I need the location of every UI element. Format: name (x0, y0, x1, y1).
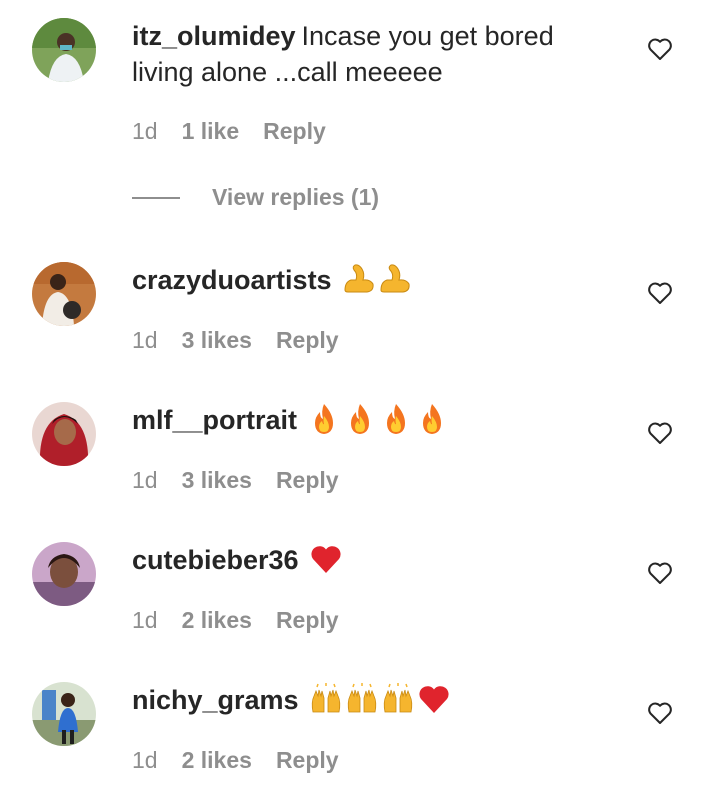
comment-body-line2: living alone ...call meeeee (132, 57, 443, 87)
divider (132, 196, 180, 199)
comment-meta: 1d 3 likes Reply (132, 467, 339, 494)
timestamp: 1d (132, 118, 158, 144)
avatar[interactable] (32, 402, 96, 466)
likes-count[interactable]: 3 likes (182, 327, 252, 354)
fire-icon (315, 403, 334, 434)
reply-button[interactable]: Reply (276, 747, 339, 774)
comment-meta: 1d 1 like Reply (132, 118, 326, 145)
emoji-group (309, 682, 451, 716)
avatar[interactable] (32, 542, 96, 606)
like-heart-icon[interactable] (647, 37, 673, 61)
timestamp: 1d (132, 747, 158, 773)
comment-text: itz_olumidey Incase you get bored living … (132, 18, 612, 90)
comment-text: nichy_grams (132, 682, 612, 719)
flexed-biceps-icon (380, 264, 410, 293)
reply-button[interactable]: Reply (276, 607, 339, 634)
like-heart-icon[interactable] (647, 281, 673, 305)
username[interactable]: nichy_grams (132, 685, 299, 715)
timestamp: 1d (132, 607, 158, 633)
emoji-group (309, 542, 343, 576)
view-replies-label[interactable]: View replies (1) (212, 184, 379, 211)
raising-hands-icon (311, 682, 340, 713)
comment-meta: 1d 3 likes Reply (132, 327, 339, 354)
raising-hands-icon (347, 682, 376, 713)
timestamp: 1d (132, 467, 158, 493)
avatar[interactable] (32, 262, 96, 326)
red-heart-icon (311, 546, 341, 573)
likes-count[interactable]: 2 likes (182, 747, 252, 774)
fire-icon (423, 403, 442, 434)
red-heart-icon (419, 686, 449, 713)
raising-hands-icon (383, 682, 412, 713)
flexed-biceps-icon (344, 264, 374, 293)
view-replies-button[interactable]: View replies (1) (132, 184, 379, 211)
comment-body: Incase you get bored (301, 21, 554, 51)
emoji-group (342, 262, 412, 296)
likes-count[interactable]: 3 likes (182, 467, 252, 494)
timestamp: 1d (132, 327, 158, 353)
comment-text: crazyduoartists (132, 262, 612, 299)
reply-button[interactable]: Reply (276, 327, 339, 354)
comment-text: cutebieber36 (132, 542, 612, 579)
username[interactable]: mlf__portrait (132, 405, 297, 435)
avatar[interactable] (32, 18, 96, 82)
username[interactable]: crazyduoartists (132, 265, 332, 295)
username[interactable]: itz_olumidey (132, 21, 296, 51)
reply-button[interactable]: Reply (276, 467, 339, 494)
like-heart-icon[interactable] (647, 561, 673, 585)
username[interactable]: cutebieber36 (132, 545, 299, 575)
emoji-group (307, 402, 449, 436)
fire-icon (387, 403, 406, 434)
like-heart-icon[interactable] (647, 421, 673, 445)
avatar[interactable] (32, 682, 96, 746)
likes-count[interactable]: 2 likes (182, 607, 252, 634)
comment-text: mlf__portrait (132, 402, 612, 439)
likes-count[interactable]: 1 like (182, 118, 240, 145)
comment-meta: 1d 2 likes Reply (132, 747, 339, 774)
like-heart-icon[interactable] (647, 701, 673, 725)
fire-icon (351, 403, 370, 434)
reply-button[interactable]: Reply (263, 118, 326, 145)
comment-meta: 1d 2 likes Reply (132, 607, 339, 634)
